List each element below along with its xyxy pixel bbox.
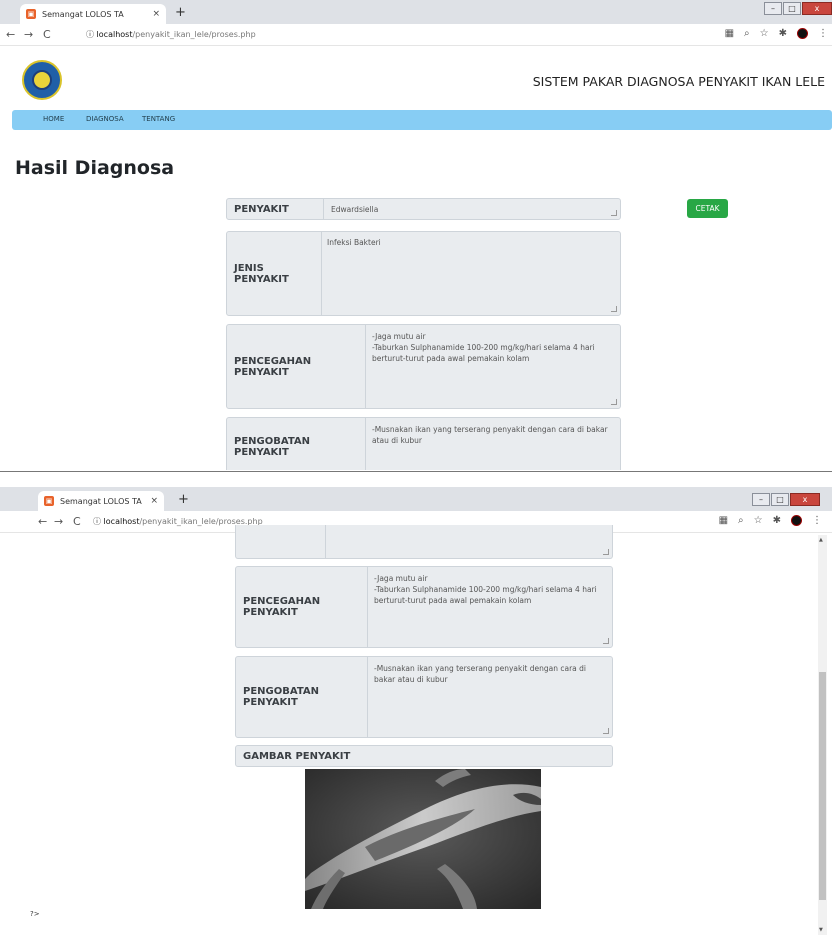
extensions-icon[interactable]: ✱	[773, 515, 781, 526]
profile-avatar-icon[interactable]	[797, 28, 808, 39]
maximize-icon[interactable]: □	[771, 493, 789, 506]
footer-code-text: ?>	[30, 910, 40, 918]
translate-icon[interactable]: ▦	[725, 28, 734, 39]
tab-title: Semangat LOLOS TA	[60, 496, 142, 506]
pengobatan-label: PENGOBATAN PENYAKIT	[236, 657, 368, 737]
maximize-icon[interactable]: □	[783, 2, 801, 15]
browser-toolbar: ← → C ⓘ localhost/penyakit_ikan_lele/pro…	[0, 24, 832, 46]
tab-title: Semangat LOLOS TA	[42, 9, 124, 19]
pencegahan-label: PENCEGAHAN PENYAKIT	[236, 567, 368, 647]
screenshot-divider	[0, 470, 832, 487]
site-favicon-icon: ▣	[44, 496, 54, 506]
scroll-down-icon[interactable]: ▼	[819, 927, 823, 933]
resize-grip-icon[interactable]	[603, 728, 609, 734]
window-controls: – □ x	[763, 2, 832, 15]
menu-item-diagnosa[interactable]: DIAGNOSA	[86, 115, 124, 123]
browser-window-top: ▣ Semangat LOLOS TA × + – □ x ← → C ⓘ lo…	[0, 0, 832, 470]
menu-item-tentang[interactable]: TENTANG	[142, 115, 175, 123]
pencegahan-label: PENCEGAHAN PENYAKIT	[227, 325, 366, 408]
penyakit-label: PENYAKIT	[227, 199, 324, 219]
translate-icon[interactable]: ▦	[719, 515, 728, 526]
pengobatan-value[interactable]: -Musnakan ikan yang terserang penyakit d…	[366, 418, 620, 470]
jenis-penyakit-label-tail	[236, 525, 326, 558]
minimize-icon[interactable]: –	[764, 2, 782, 15]
main-menu: HOME DIAGNOSA TENTANG	[12, 110, 832, 130]
row-jenis-penyakit-tail	[235, 525, 613, 559]
back-icon[interactable]: ←	[6, 28, 15, 41]
pencegahan-value[interactable]: -Jaga mutu air -Taburkan Sulphanamide 10…	[366, 325, 620, 408]
pencegahan-value[interactable]: -Jaga mutu air -Taburkan Sulphanamide 10…	[368, 567, 612, 647]
resize-grip-icon[interactable]	[611, 306, 617, 312]
bookmark-star-icon[interactable]: ☆	[754, 515, 763, 526]
app-title: SISTEM PAKAR DIAGNOSA PENYAKIT IKAN LELE	[532, 74, 825, 89]
tab-close-icon[interactable]: ×	[150, 496, 158, 506]
row-pencegahan-penyakit: PENCEGAHAN PENYAKIT -Jaga mutu air -Tabu…	[226, 324, 621, 409]
forward-icon[interactable]: →	[54, 515, 63, 528]
browser-tab[interactable]: ▣ Semangat LOLOS TA ×	[38, 491, 164, 511]
menu-kebab-icon[interactable]: ⋮	[812, 515, 822, 526]
url-host: localhost	[96, 30, 133, 39]
browser-window-bottom: ▣ Semangat LOLOS TA × + – □ x ← → C ⓘ lo…	[0, 487, 832, 935]
row-penyakit: PENYAKIT Edwardsiella	[226, 198, 621, 220]
menu-kebab-icon[interactable]: ⋮	[818, 28, 828, 39]
scrollbar-thumb[interactable]	[819, 672, 826, 900]
reload-icon[interactable]: C	[43, 28, 51, 41]
pengobatan-label: PENGOBATAN PENYAKIT	[227, 418, 366, 470]
window-controls: – □ x	[751, 493, 820, 506]
toolbar-actions: ▦ ⌕ ☆ ✱ ⋮	[725, 28, 828, 39]
jenis-penyakit-value[interactable]: Infeksi Bakteri	[322, 232, 620, 315]
site-logo-icon	[22, 60, 62, 100]
row-gambar-penyakit: GAMBAR PENYAKIT	[235, 745, 613, 767]
disease-fish-image	[305, 769, 541, 909]
extensions-icon[interactable]: ✱	[779, 28, 787, 39]
tab-strip: ▣ Semangat LOLOS TA × + – □ x	[0, 0, 832, 24]
vertical-scrollbar[interactable]: ▲ ▼	[818, 535, 827, 935]
zoom-icon[interactable]: ⌕	[744, 28, 750, 39]
tab-close-icon[interactable]: ×	[152, 9, 160, 19]
resize-grip-icon[interactable]	[611, 210, 617, 216]
address-bar[interactable]: ⓘ localhost/penyakit_ikan_lele/proses.ph…	[86, 29, 256, 40]
zoom-icon[interactable]: ⌕	[738, 515, 744, 526]
profile-avatar-icon[interactable]	[791, 515, 802, 526]
url-host: localhost	[103, 517, 140, 526]
minimize-icon[interactable]: –	[752, 493, 770, 506]
new-tab-icon[interactable]: +	[178, 492, 189, 507]
pengobatan-value[interactable]: -Musnakan ikan yang terserang penyakit d…	[368, 657, 612, 737]
browser-tab[interactable]: ▣ Semangat LOLOS TA ×	[20, 4, 166, 24]
info-icon: ⓘ	[86, 30, 94, 39]
info-icon: ⓘ	[93, 517, 101, 526]
new-tab-icon[interactable]: +	[175, 5, 186, 20]
menu-item-home[interactable]: HOME	[43, 115, 64, 123]
resize-grip-icon[interactable]	[603, 638, 609, 644]
row-jenis-penyakit: JENIS PENYAKIT Infeksi Bakteri	[226, 231, 621, 316]
resize-grip-icon[interactable]	[611, 399, 617, 405]
jenis-penyakit-label: JENIS PENYAKIT	[227, 232, 322, 315]
toolbar-actions: ▦ ⌕ ☆ ✱ ⋮	[719, 515, 822, 526]
tab-strip: ▣ Semangat LOLOS TA × + – □ x	[0, 487, 832, 511]
forward-icon[interactable]: →	[24, 28, 33, 41]
page-heading: Hasil Diagnosa	[15, 157, 175, 179]
scroll-up-icon[interactable]: ▲	[819, 537, 823, 543]
penyakit-value[interactable]: Edwardsiella	[324, 199, 620, 219]
row-pencegahan-penyakit: PENCEGAHAN PENYAKIT -Jaga mutu air -Tabu…	[235, 566, 613, 648]
close-window-icon[interactable]: x	[790, 493, 820, 506]
back-icon[interactable]: ←	[38, 515, 47, 528]
reload-icon[interactable]: C	[73, 515, 81, 528]
close-window-icon[interactable]: x	[802, 2, 832, 15]
row-pengobatan-penyakit: PENGOBATAN PENYAKIT -Musnakan ikan yang …	[226, 417, 621, 470]
site-favicon-icon: ▣	[26, 9, 36, 19]
gambar-label: GAMBAR PENYAKIT	[243, 750, 351, 762]
resize-grip-icon[interactable]	[603, 549, 609, 555]
url-path: /penyakit_ikan_lele/proses.php	[132, 30, 256, 39]
row-pengobatan-penyakit: PENGOBATAN PENYAKIT -Musnakan ikan yang …	[235, 656, 613, 738]
bookmark-star-icon[interactable]: ☆	[760, 28, 769, 39]
print-button[interactable]: CETAK	[687, 199, 728, 218]
